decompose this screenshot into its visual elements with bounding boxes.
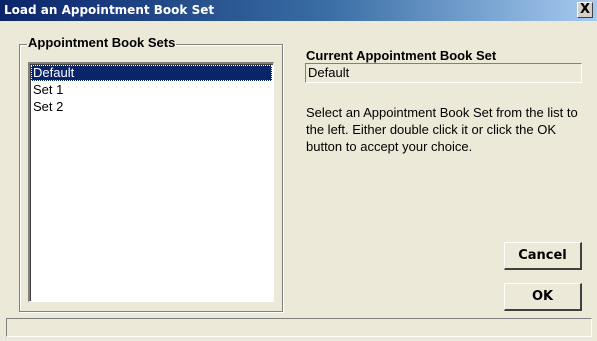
ok-button[interactable]: OK — [504, 283, 582, 311]
list-item-set-1[interactable]: Set 1 — [31, 82, 272, 98]
status-bar — [6, 318, 592, 337]
close-icon: X — [579, 2, 591, 17]
current-set-label: Current Appointment Book Set — [306, 48, 497, 63]
cancel-button[interactable]: Cancel — [504, 242, 582, 270]
list-item-set-2[interactable]: Set 2 — [31, 99, 272, 115]
title-bar[interactable]: Load an Appointment Book Set X — [0, 0, 597, 21]
sets-listbox[interactable]: Default Set 1 Set 2 — [28, 62, 274, 302]
sets-group-label: Appointment Book Sets — [27, 35, 177, 50]
list-item-default[interactable]: Default — [31, 65, 272, 81]
window-title: Load an Appointment Book Set — [4, 3, 215, 17]
current-set-field: Default — [305, 63, 582, 83]
close-button[interactable]: X — [577, 2, 593, 18]
instructions-text: Select an Appointment Book Set from the … — [306, 105, 578, 154]
